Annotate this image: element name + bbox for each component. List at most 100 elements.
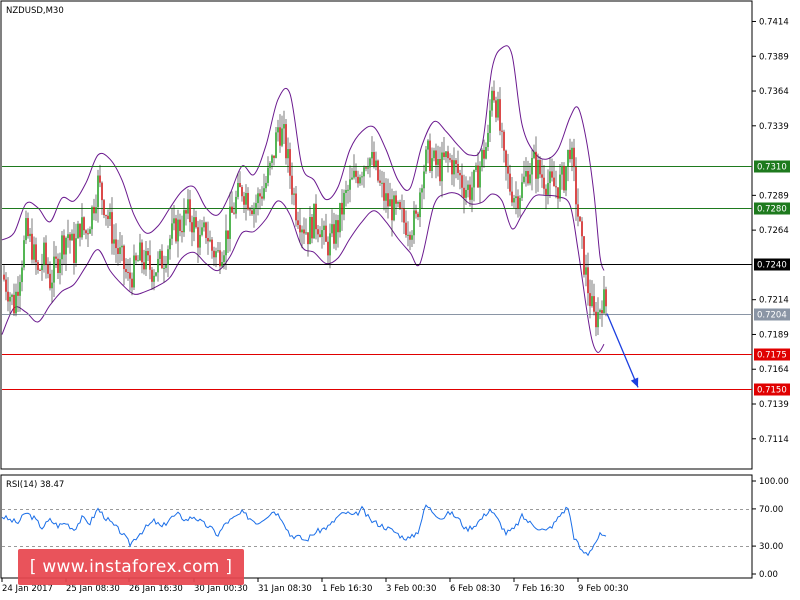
candle-body	[15, 291, 17, 314]
rsi-tick-label: 100.00	[759, 477, 789, 487]
candle-body	[377, 160, 379, 181]
candle-body	[337, 220, 339, 233]
candle-body	[461, 175, 463, 188]
candle-body	[363, 167, 365, 177]
candle-body	[105, 215, 107, 217]
candle-body	[121, 245, 123, 248]
candle-body	[87, 233, 89, 235]
y-tick-label: 0.7114	[759, 435, 789, 445]
candle-body	[471, 187, 473, 200]
candle-body	[581, 221, 583, 237]
candle-body	[9, 296, 11, 302]
candle-body	[565, 166, 567, 191]
candle-body	[61, 235, 63, 260]
candle-body	[409, 234, 411, 240]
candle-body	[101, 182, 103, 201]
candle-body	[329, 233, 331, 256]
candle-body	[539, 159, 541, 175]
candle-body	[11, 294, 13, 297]
candle-body	[373, 152, 375, 167]
candle-body	[425, 149, 427, 172]
candle-body	[351, 177, 353, 180]
y-tick-label: 0.7339	[759, 122, 789, 132]
candle-body	[359, 177, 361, 184]
level-tag-label: 0.7175	[757, 351, 787, 361]
price-panel: 0.7414 0.7389 0.7364 0.7339 0.7289 0.7264 0.72…	[0, 0, 790, 470]
candle-body	[399, 202, 401, 208]
candle-body	[521, 182, 523, 198]
candle-body	[245, 192, 247, 205]
candle-body	[5, 279, 7, 292]
candle-body	[481, 149, 483, 167]
candle-body	[225, 230, 227, 256]
candle-body	[71, 233, 73, 241]
candle-body	[243, 196, 245, 205]
candle-body	[217, 250, 219, 252]
candle-body	[231, 206, 233, 213]
candle-body	[239, 183, 241, 188]
candle-body	[605, 289, 607, 307]
candle-body	[191, 222, 193, 233]
candle-body	[91, 206, 93, 230]
candle-body	[571, 147, 573, 160]
candle-body	[115, 239, 117, 249]
candle-body	[421, 188, 423, 193]
candle-body	[579, 216, 581, 222]
candle-body	[167, 249, 169, 265]
candle-body	[81, 217, 83, 238]
candle-body	[51, 282, 53, 289]
candle-body	[209, 239, 211, 242]
candle-body	[17, 291, 19, 296]
candle-body	[111, 212, 113, 244]
candle-body	[117, 248, 119, 255]
candle-body	[235, 196, 237, 214]
candle-body	[449, 158, 451, 160]
candle-body	[145, 251, 147, 270]
y-tick-label: 0.7364	[759, 87, 789, 97]
candle-body	[357, 176, 359, 184]
candle-body	[133, 255, 135, 288]
candle-body	[89, 229, 91, 234]
candle-body	[361, 176, 363, 178]
candle-body	[325, 225, 327, 242]
candle-body	[269, 162, 271, 168]
y-tick-label: 0.7414	[759, 17, 789, 27]
candle-body	[85, 230, 87, 234]
candle-body	[473, 170, 475, 188]
candle-body	[65, 237, 67, 255]
candle-body	[533, 151, 535, 158]
candle-body	[355, 170, 357, 177]
candle-body	[171, 223, 173, 239]
candle-body	[529, 174, 531, 184]
candle-body	[293, 193, 295, 195]
candle-body	[335, 220, 337, 244]
rsi-tick-label: 0.00	[759, 570, 778, 580]
rsi-tick-label: 70.00	[759, 505, 783, 515]
candle-body	[365, 167, 367, 169]
candle-body	[441, 152, 443, 182]
candle-body	[469, 184, 471, 200]
candle-body	[21, 267, 23, 283]
candle-body	[601, 310, 603, 314]
candle-body	[327, 241, 329, 256]
candle-body	[401, 207, 403, 209]
candle-body	[207, 237, 209, 242]
candle-body	[341, 202, 343, 215]
candle-body	[573, 147, 575, 168]
candle-body	[265, 182, 267, 189]
candle-body	[339, 202, 341, 233]
candle-body	[185, 210, 187, 214]
candle-body	[599, 310, 601, 313]
candle-body	[479, 166, 481, 188]
candle-body	[259, 193, 261, 197]
candle-body	[321, 230, 323, 238]
candle-body	[271, 155, 273, 163]
candle-body	[159, 250, 161, 259]
watermark-logo[interactable]: [ www.instaforex.com ]	[18, 549, 244, 585]
candle-body	[313, 203, 315, 239]
candle-body	[477, 165, 479, 188]
candle-body	[135, 255, 137, 261]
candle-body	[589, 293, 591, 307]
candle-body	[33, 244, 35, 260]
candle-body	[463, 187, 465, 198]
